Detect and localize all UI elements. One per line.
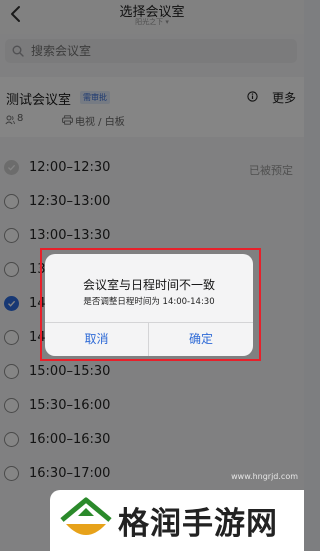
watermark-url: www.hngrjd.com — [231, 472, 298, 481]
watermark-text: 格润手游网 — [118, 506, 278, 542]
site-logo-icon — [60, 497, 112, 535]
watermark-banner: 格润手游网 — [50, 490, 304, 551]
highlight-frame — [40, 248, 261, 361]
